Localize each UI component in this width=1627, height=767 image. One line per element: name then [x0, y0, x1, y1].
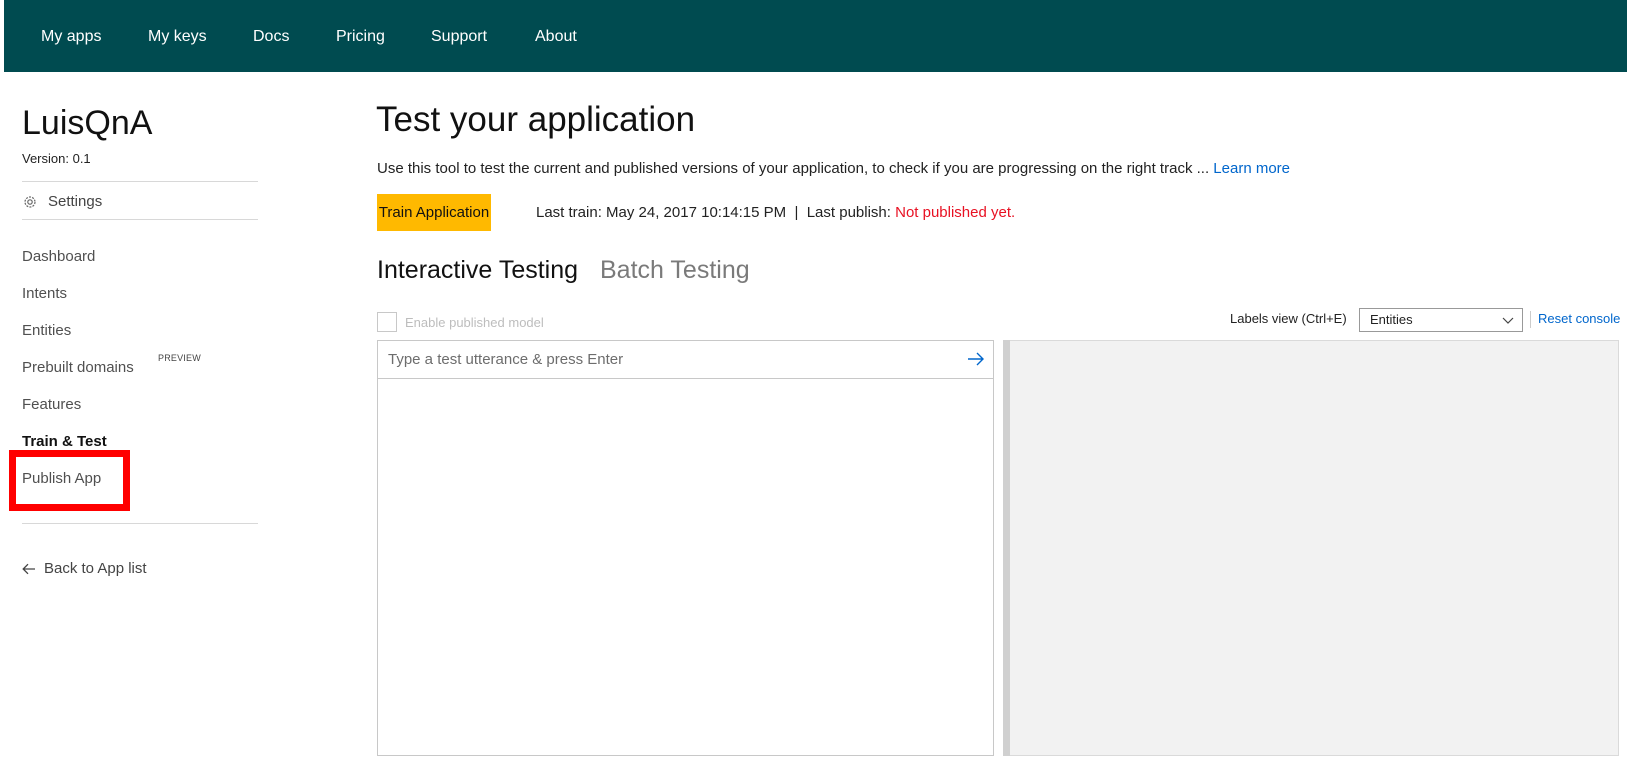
- train-status: Last train: May 24, 2017 10:14:15 PM | L…: [536, 204, 1015, 221]
- page-title: Test your application: [376, 100, 696, 139]
- sidebar-item-publish-app[interactable]: Publish App: [22, 470, 101, 487]
- enable-published-label: Enable published model: [405, 314, 544, 330]
- sidebar-divider: [22, 181, 258, 182]
- back-to-app-list-link[interactable]: Back to App list: [22, 560, 147, 577]
- settings-label: Settings: [48, 193, 103, 210]
- sidebar-item-features[interactable]: Features: [22, 396, 81, 413]
- enable-published-checkbox[interactable]: [377, 312, 397, 332]
- nav-about[interactable]: About: [535, 28, 577, 46]
- nav-my-apps[interactable]: My apps: [41, 28, 101, 46]
- test-panel: [377, 340, 994, 756]
- sidebar-item-label: Prebuilt domains: [22, 359, 134, 376]
- reset-console-link[interactable]: Reset console: [1538, 311, 1620, 326]
- test-utterance-input[interactable]: [378, 341, 993, 379]
- last-train-text: Last train: May 24, 2017 10:14:15 PM | L…: [536, 204, 896, 221]
- publish-status: Not published yet.: [895, 204, 1016, 221]
- app-name: LuisQnA: [22, 104, 153, 142]
- sidebar-item-dashboard[interactable]: Dashboard: [22, 248, 95, 265]
- result-panel: [1003, 340, 1619, 756]
- sidebar-divider: [22, 523, 258, 524]
- tab-batch-testing[interactable]: Batch Testing: [600, 256, 750, 285]
- sidebar-item-train-test[interactable]: Train & Test: [22, 433, 107, 450]
- enable-published-model: Enable published model: [377, 312, 544, 332]
- app-version: Version: 0.1: [22, 151, 91, 166]
- tab-interactive-testing[interactable]: Interactive Testing: [377, 256, 578, 285]
- settings-link[interactable]: Settings: [22, 193, 102, 210]
- page-description: Use this tool to test the current and pu…: [377, 160, 1290, 177]
- arrow-right-icon[interactable]: [967, 351, 985, 367]
- learn-more-link[interactable]: Learn more: [1213, 160, 1290, 177]
- gear-icon: [24, 195, 36, 208]
- train-application-button[interactable]: Train Application: [377, 194, 491, 231]
- labels-view-value: Entities: [1370, 312, 1413, 327]
- nav-docs[interactable]: Docs: [253, 28, 289, 46]
- sidebar-item-intents[interactable]: Intents: [22, 285, 67, 302]
- sidebar-divider: [22, 219, 258, 220]
- nav-support[interactable]: Support: [431, 28, 487, 46]
- nav-my-keys[interactable]: My keys: [148, 28, 207, 46]
- preview-badge: PREVIEW: [158, 353, 201, 363]
- back-label: Back to App list: [44, 560, 147, 577]
- reset-divider: [1530, 311, 1531, 328]
- labels-view-select[interactable]: Entities: [1359, 308, 1523, 332]
- labels-view-label: Labels view (Ctrl+E): [1230, 311, 1347, 326]
- chevron-down-icon: [1502, 317, 1514, 324]
- arrow-left-icon: [22, 563, 35, 574]
- panel-splitter[interactable]: [1003, 340, 1010, 756]
- sidebar-item-prebuilt-domains[interactable]: Prebuilt domains PREVIEW: [22, 353, 201, 376]
- sidebar-item-entities[interactable]: Entities: [22, 322, 71, 339]
- nav-pricing[interactable]: Pricing: [336, 28, 385, 46]
- description-text: Use this tool to test the current and pu…: [377, 160, 1210, 177]
- top-nav: My apps My keys Docs Pricing Support Abo…: [4, 0, 1627, 72]
